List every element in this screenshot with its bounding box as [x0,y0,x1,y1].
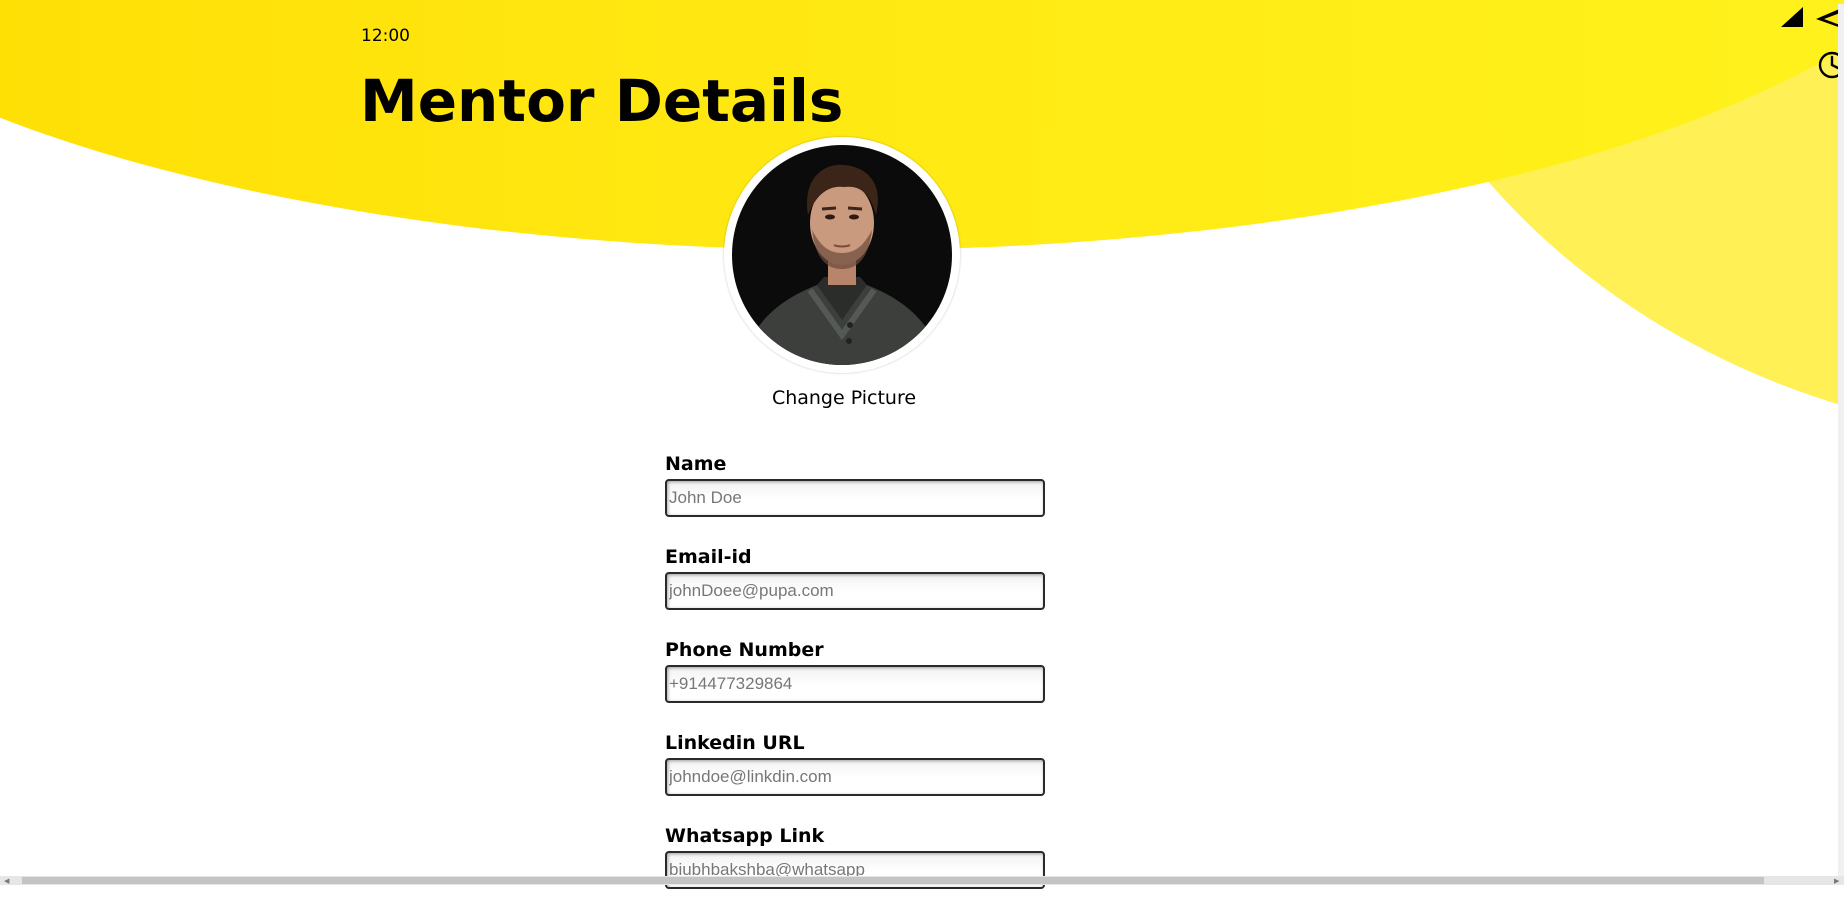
email-field-group: Email-id [665,545,1045,610]
window-top-border [0,0,1844,4]
mentor-details-form: Name Email-id Phone Number Linkedin URL … [665,452,1045,917]
linkedin-field-group: Linkedin URL [665,731,1045,796]
phone-label: Phone Number [665,639,824,661]
avatar[interactable] [724,137,960,373]
linkedin-label: Linkedin URL [665,732,805,754]
scroll-right-icon[interactable]: ▶ [1834,877,1839,885]
signal-icon [1781,7,1803,27]
whatsapp-label: Whatsapp Link [665,825,825,847]
page-title: Mentor Details [360,67,844,135]
horizontal-scrollbar-thumb[interactable] [22,877,1764,884]
status-bar-time: 12:00 [361,26,410,46]
name-field-group: Name [665,452,1045,517]
phone-field-group: Phone Number [665,638,1045,703]
background-blob-light [1330,0,1844,440]
name-label: Name [665,453,727,475]
name-input[interactable] [665,479,1045,517]
scroll-left-icon[interactable]: ◀ [4,877,9,885]
change-picture-button[interactable]: Change Picture [724,387,964,409]
avatar-image [732,145,952,365]
email-label: Email-id [665,546,752,568]
linkedin-input[interactable] [665,758,1045,796]
email-input[interactable] [665,572,1045,610]
horizontal-scrollbar[interactable]: ◀ ▶ [0,876,1844,885]
vertical-scrollbar[interactable] [1838,4,1844,876]
phone-input[interactable] [665,665,1045,703]
